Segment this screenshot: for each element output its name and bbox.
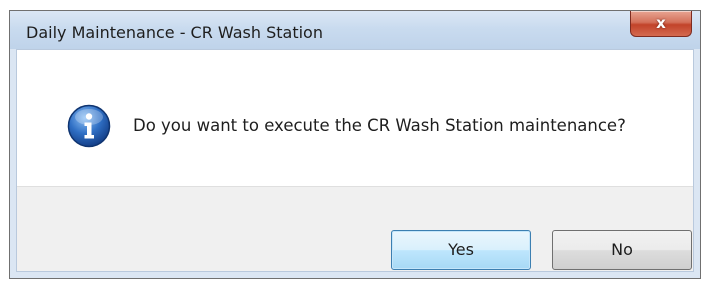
dialog-content: Do you want to execute the CR Wash Stati…: [16, 49, 694, 272]
dialog-title: Daily Maintenance - CR Wash Station: [26, 23, 323, 42]
button-bar: Yes No: [17, 186, 693, 271]
close-button[interactable]: x: [630, 11, 692, 37]
close-icon: x: [656, 14, 666, 32]
title-bar[interactable]: Daily Maintenance - CR Wash Station x: [10, 11, 700, 49]
no-button[interactable]: No: [552, 230, 692, 270]
info-icon: [67, 104, 111, 148]
yes-button[interactable]: Yes: [391, 230, 531, 270]
message-text: Do you want to execute the CR Wash Stati…: [133, 116, 626, 135]
message-area: Do you want to execute the CR Wash Stati…: [17, 50, 693, 186]
dialog-window: Daily Maintenance - CR Wash Station x Do…: [9, 10, 701, 279]
